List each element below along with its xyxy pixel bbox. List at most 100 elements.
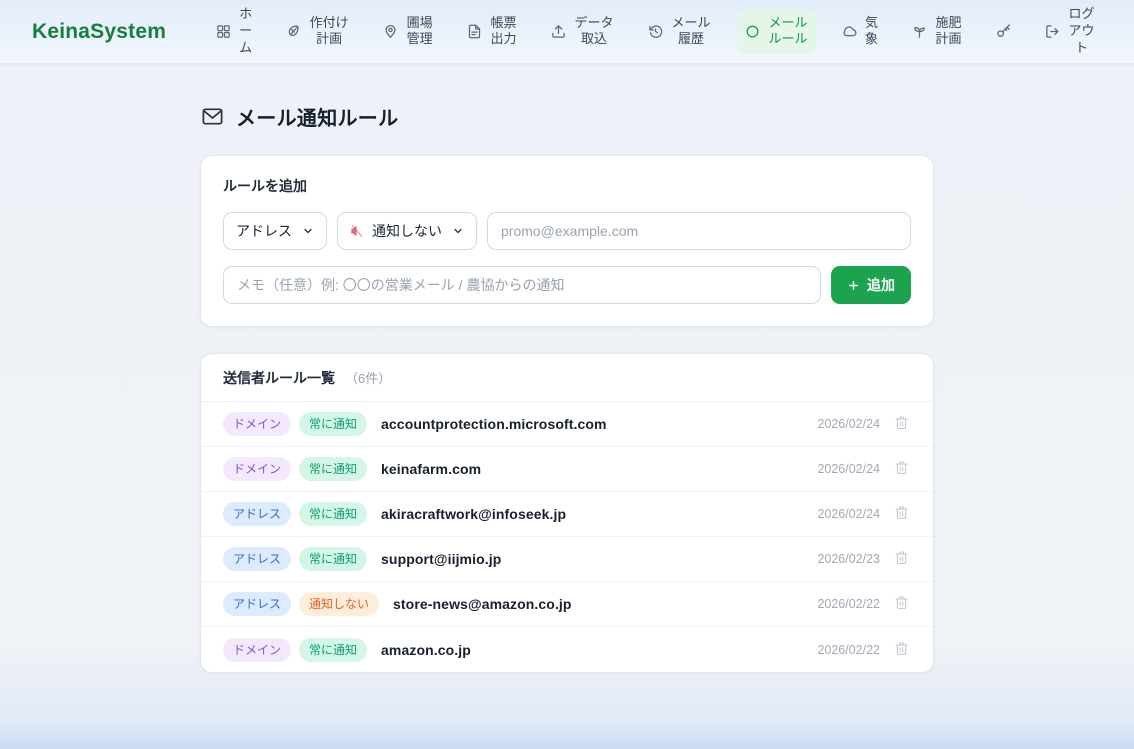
delete-rule-button[interactable] xyxy=(892,503,911,525)
delete-rule-button[interactable] xyxy=(892,548,911,570)
rule-date: 2026/02/24 xyxy=(817,417,880,431)
rule-value: support@iijmio.jp xyxy=(381,551,501,567)
rule-action-badge: 常に通知 xyxy=(299,547,367,571)
rule-type-select[interactable]: アドレス xyxy=(223,212,327,250)
rule-type-value: アドレス xyxy=(236,221,292,241)
chevron-down-icon xyxy=(452,225,464,237)
nav-label: 圃場管理 xyxy=(405,15,434,49)
nav-items: ホーム 作付け計画 圃場管理 帳票出力 データ取込 メール履歴 xyxy=(208,0,1104,63)
rule-date: 2026/02/22 xyxy=(817,597,880,611)
rule-row: アドレス 常に通知 akiracraftwork@infoseek.jp 202… xyxy=(201,492,933,537)
nav-label: 帳票出力 xyxy=(489,15,518,49)
rule-type-badge: アドレス xyxy=(223,592,291,616)
address-input[interactable] xyxy=(487,212,911,250)
nav-item-weather[interactable]: 気象 xyxy=(834,9,887,55)
nav-item-report-output[interactable]: 帳票出力 xyxy=(459,9,526,55)
rule-date: 2026/02/24 xyxy=(817,507,880,521)
seed-icon xyxy=(286,24,301,39)
sender-rules-header: 送信者ルール一覧 （6件） xyxy=(201,354,933,402)
rule-type-badge: アドレス xyxy=(223,547,291,571)
delete-rule-button[interactable] xyxy=(892,458,911,480)
app-window: KeinaSystem ホーム 作付け計画 圃場管理 帳票出力 データ取込 xyxy=(0,0,1134,749)
rule-row: ドメイン 常に通知 accountprotection.microsoft.co… xyxy=(201,402,933,447)
rule-action-badge: 常に通知 xyxy=(299,457,367,481)
rule-action-value: 通知しない xyxy=(372,221,442,241)
nav-label: ログアウト xyxy=(1067,6,1096,57)
rule-row: アドレス 常に通知 support@iijmio.jp 2026/02/23 xyxy=(201,537,933,582)
rule-action-badge: 常に通知 xyxy=(299,502,367,526)
rule-type-badge: アドレス xyxy=(223,502,291,526)
rule-row: ドメイン 常に通知 amazon.co.jp 2026/02/22 xyxy=(201,627,933,672)
nav-item-home[interactable]: ホーム xyxy=(208,0,261,63)
nav-label: ホーム xyxy=(238,6,253,57)
rule-row: アドレス 通知しない store-news@amazon.co.jp 2026/… xyxy=(201,582,933,627)
page-title-text: メール通知ルール xyxy=(236,102,398,131)
nav-item-mail-history[interactable]: メール履歴 xyxy=(640,9,720,55)
history-icon xyxy=(648,24,663,39)
sender-rules-card: 送信者ルール一覧 （6件） ドメイン 常に通知 accountprotectio… xyxy=(200,353,934,673)
nav-label: メール履歴 xyxy=(670,15,712,49)
nav-item-planting-plan[interactable]: 作付け計画 xyxy=(278,9,358,55)
top-navigation: KeinaSystem ホーム 作付け計画 圃場管理 帳票出力 データ取込 xyxy=(0,0,1134,64)
nav-item-key[interactable] xyxy=(988,17,1020,45)
trash-icon xyxy=(894,460,909,478)
nav-item-fertilizer-plan[interactable]: 施肥計画 xyxy=(904,9,971,55)
trash-icon xyxy=(894,641,909,659)
mail-icon xyxy=(201,105,224,128)
nav-label: 気象 xyxy=(864,15,879,49)
trash-icon xyxy=(894,550,909,568)
cloud-icon xyxy=(842,24,857,39)
rule-date: 2026/02/22 xyxy=(817,643,880,657)
mute-icon xyxy=(350,224,364,238)
add-rule-button[interactable]: 追加 xyxy=(831,266,911,304)
rule-date: 2026/02/24 xyxy=(817,462,880,476)
rule-value: keinafarm.com xyxy=(381,461,481,477)
rule-type-badge: ドメイン xyxy=(223,638,291,662)
upload-icon xyxy=(551,24,566,39)
main-content: メール通知ルール ルールを追加 アドレス 通知しない xyxy=(200,64,934,673)
map-pin-icon xyxy=(383,24,398,39)
delete-rule-button[interactable] xyxy=(892,413,911,435)
rule-date: 2026/02/23 xyxy=(817,552,880,566)
brand-logo: KeinaSystem xyxy=(32,20,166,44)
rule-value: amazon.co.jp xyxy=(381,642,471,658)
page-title: メール通知ルール xyxy=(201,102,934,131)
nav-label: メールルール xyxy=(767,15,809,49)
sprout-icon xyxy=(912,24,927,39)
rule-action-badge: 常に通知 xyxy=(299,412,367,436)
add-rule-card: ルールを追加 アドレス 通知しない 追加 xyxy=(200,155,934,327)
trash-icon xyxy=(894,505,909,523)
nav-item-data-import[interactable]: データ取込 xyxy=(543,9,623,55)
chevron-down-icon xyxy=(302,225,314,237)
document-icon xyxy=(467,24,482,39)
rule-action-badge: 通知しない xyxy=(299,592,379,616)
nav-item-field-management[interactable]: 圃場管理 xyxy=(375,9,442,55)
key-icon xyxy=(996,23,1012,39)
rule-value: akiracraftwork@infoseek.jp xyxy=(381,506,566,522)
add-rule-row-2: 追加 xyxy=(223,266,911,304)
rule-value: store-news@amazon.co.jp xyxy=(393,596,572,612)
rule-type-badge: ドメイン xyxy=(223,457,291,481)
nav-label: データ取込 xyxy=(573,15,615,49)
rule-type-badge: ドメイン xyxy=(223,412,291,436)
add-rule-row-1: アドレス 通知しない xyxy=(223,212,911,250)
rule-action-badge: 常に通知 xyxy=(299,638,367,662)
sender-rules-title: 送信者ルール一覧 xyxy=(223,368,335,388)
trash-icon xyxy=(894,415,909,433)
rule-action-select[interactable]: 通知しない xyxy=(337,212,477,250)
add-rule-button-label: 追加 xyxy=(867,275,895,295)
delete-rule-button[interactable] xyxy=(892,593,911,615)
sender-rules-count: （6件） xyxy=(345,368,391,387)
nav-item-mail-rules[interactable]: メールルール xyxy=(737,9,817,55)
plus-icon xyxy=(847,279,860,292)
grid-icon xyxy=(216,24,231,39)
circle-icon xyxy=(745,24,760,39)
logout-icon xyxy=(1045,24,1060,39)
delete-rule-button[interactable] xyxy=(892,639,911,661)
nav-item-logout[interactable]: ログアウト xyxy=(1037,0,1104,63)
nav-label: 施肥計画 xyxy=(934,15,963,49)
trash-icon xyxy=(894,595,909,613)
memo-input[interactable] xyxy=(223,266,821,304)
rule-value: accountprotection.microsoft.com xyxy=(381,416,607,432)
add-rule-heading: ルールを追加 xyxy=(223,176,911,196)
